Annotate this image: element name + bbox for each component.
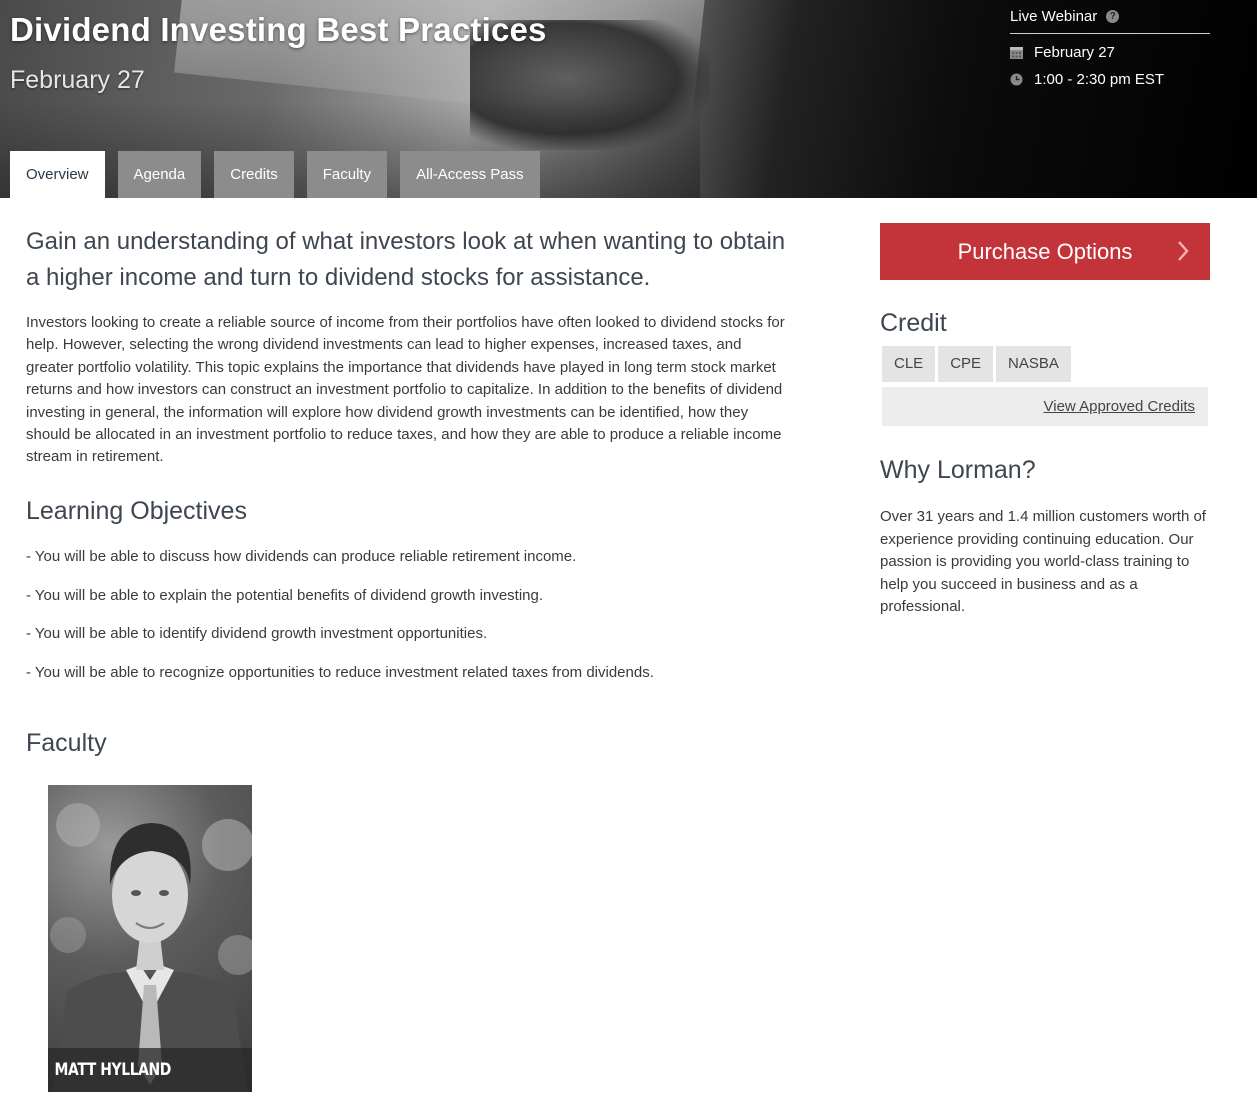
learning-objectives-heading: Learning Objectives [26,497,247,525]
webinar-date: February 27 [1034,44,1115,61]
purchase-options-label: Purchase Options [957,238,1133,264]
tab-overview[interactable]: Overview [10,151,105,198]
faculty-name: MATT HYLLAND [48,1048,252,1092]
overview-lead: Gain an understanding of what investors … [26,228,786,291]
webinar-time: 1:00 - 2:30 pm EST [1034,71,1165,88]
webinar-time-row: 1:00 - 2:30 pm EST [1010,71,1210,88]
chevron-right-icon [1178,241,1189,261]
view-approved-credits-link[interactable]: View Approved Credits [882,387,1208,426]
faculty-heading: Faculty [26,729,107,757]
objective-item: - You will be able to explain the potent… [26,586,544,604]
credit-badge-nasba[interactable]: NASBA [996,346,1071,382]
tab-faculty[interactable]: Faculty [306,151,388,198]
clock-icon [1010,73,1023,86]
calendar-icon [1010,47,1023,59]
credit-heading: Credit [880,309,947,337]
tab-credits[interactable]: Credits [214,151,294,198]
why-lorman-text: Over 31 years and 1.4 million customers … [880,508,1206,615]
credit-badge-cle[interactable]: CLE [882,346,936,382]
overview-section: Gain an understanding of what investors … [26,224,786,469]
learning-objectives-list: - You will be able to discuss how divide… [26,548,786,702]
help-icon[interactable]: ? [1106,10,1120,23]
faculty-photo [50,803,252,1092]
hero-banner: Dividend Investing Best Practices Februa… [0,0,1257,198]
objective-item: - You will be able to discuss how divide… [26,548,577,565]
event-date: February 27 [10,66,145,94]
credit-badge-cpe[interactable]: CPE [938,346,994,382]
webinar-date-row: February 27 [1010,44,1210,61]
faculty-card[interactable]: MATT HYLLAND [48,785,252,1092]
tab-agenda[interactable]: Agenda [117,151,202,198]
credit-badges: CLE CPE NASBA [882,346,1074,382]
page-title: Dividend Investing Best Practices [10,11,547,48]
tab-all-access-pass[interactable]: All-Access Pass [400,151,540,198]
webinar-info: Live Webinar ? February 27 1:00 - 2:30 p… [1010,8,1210,88]
objective-item: - You will be able to identify dividend … [26,625,488,642]
webinar-type: Live Webinar ? [1010,8,1210,34]
sidebar: Purchase Options [880,223,1210,280]
tab-bar: Overview Agenda Credits Faculty All-Acce… [10,151,553,198]
purchase-options-button[interactable]: Purchase Options [880,223,1210,280]
webinar-type-label: Live Webinar [1010,8,1098,25]
why-lorman-heading: Why Lorman? [880,456,1036,484]
objective-item: - You will be able to recognize opportun… [26,663,654,681]
overview-description: Investors looking to create a reliable s… [26,314,785,466]
